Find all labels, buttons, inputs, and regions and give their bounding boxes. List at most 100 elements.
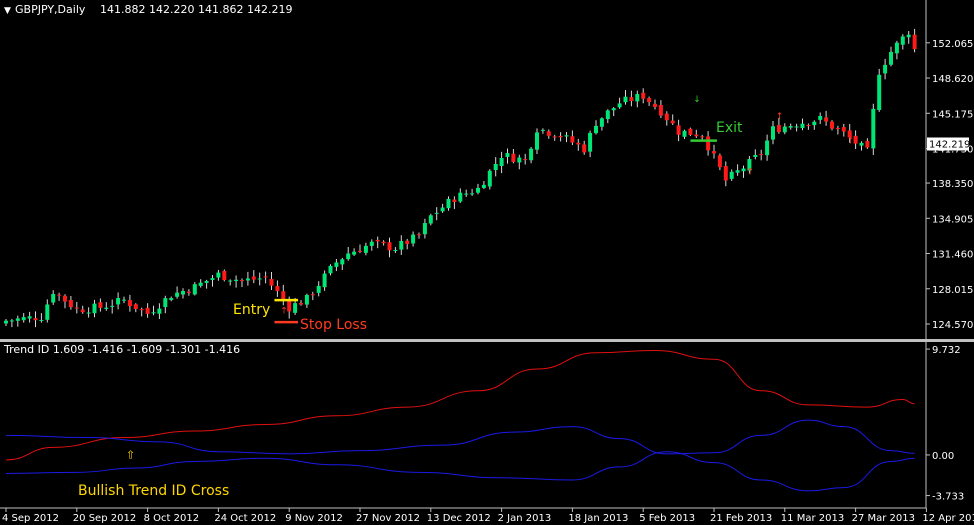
candle-body — [299, 303, 303, 305]
candle-body — [281, 291, 286, 300]
buy-arrow-icon: ↑ — [776, 112, 784, 122]
price-tick-label: 134.905 — [932, 214, 973, 225]
buy-arrow-icon: ↑ — [746, 167, 754, 177]
candle-body — [210, 278, 215, 280]
candle-body — [192, 284, 197, 295]
candle-body — [564, 135, 569, 137]
time-tick-label: 12 Apr 2013 — [922, 513, 974, 524]
time-tick-label: 24 Oct 2012 — [214, 513, 276, 524]
time-tick-label: 5 Feb 2013 — [639, 513, 695, 524]
candle-body — [293, 303, 298, 313]
candle-body — [729, 171, 734, 179]
candle-body — [771, 126, 775, 140]
buy-arrow-icon: ↑ — [280, 306, 288, 316]
candle-body — [240, 280, 244, 282]
price-tick-label: 152.065 — [932, 39, 973, 50]
candle-body — [27, 316, 32, 319]
cross-arrow-icon: ⇧ — [126, 448, 135, 461]
candle-body — [871, 108, 876, 149]
candle-body — [481, 184, 486, 188]
candle-body — [611, 108, 616, 111]
chart-dropdown-icon[interactable]: ▼ — [4, 6, 11, 16]
time-tick-label: 9 Nov 2012 — [285, 513, 343, 524]
candle-body — [664, 113, 669, 121]
candle-body — [251, 276, 256, 280]
candle-body — [641, 92, 646, 99]
candle-body — [900, 36, 905, 45]
candle-body — [883, 64, 888, 74]
indicator-separator[interactable] — [0, 339, 974, 342]
candle-body — [552, 136, 557, 138]
time-tick-label: 21 Feb 2013 — [710, 513, 772, 524]
candle-body — [257, 278, 262, 280]
candle-body — [163, 298, 168, 308]
time-tick-label: 27 Nov 2012 — [356, 513, 420, 524]
candle-body — [405, 240, 410, 244]
candle-body — [245, 278, 250, 281]
candle-body — [635, 94, 640, 102]
price-tick-label: 128.015 — [932, 285, 973, 296]
candle-body — [723, 166, 728, 181]
candle-body — [676, 125, 681, 135]
candle-body — [411, 234, 416, 244]
symbol-label: GBPJPY,Daily — [15, 3, 86, 16]
candle-body — [558, 135, 563, 138]
candle-body — [104, 307, 109, 309]
time-tick-label: 27 Mar 2013 — [852, 513, 915, 524]
candle-body — [133, 304, 138, 309]
candle-body — [157, 308, 162, 314]
indicator-tick-label: -3.733 — [932, 492, 964, 503]
candle-body — [122, 299, 126, 301]
candle-body — [505, 153, 510, 157]
candle-body — [629, 97, 634, 102]
candle-body — [222, 271, 227, 281]
candle-body — [446, 198, 451, 209]
indicator-tick-label: 9.732 — [932, 345, 961, 356]
candle-body — [540, 129, 545, 131]
candle-body — [859, 142, 864, 146]
candle-body — [92, 303, 97, 314]
candle-body — [712, 151, 716, 154]
candle-body — [63, 295, 67, 302]
candle-body — [741, 168, 746, 172]
candle-body — [570, 136, 575, 143]
time-tick-label: 11 Mar 2013 — [781, 513, 844, 524]
candle-body — [800, 123, 805, 129]
candle-body — [4, 320, 8, 324]
candle-body — [39, 320, 44, 322]
candle-body — [263, 276, 268, 278]
candle-body — [204, 280, 209, 284]
time-tick-label: 2 Jan 2013 — [498, 513, 552, 524]
candle-body — [753, 154, 758, 158]
price-tick-label: 124.570 — [932, 320, 973, 331]
candle-body — [576, 142, 581, 145]
candle-body — [186, 291, 191, 293]
candle-body — [352, 251, 357, 255]
candle-body — [912, 34, 917, 50]
candle-body — [535, 132, 539, 150]
candle-body — [706, 136, 711, 151]
candle-body — [68, 299, 73, 308]
candle-body — [86, 312, 91, 314]
buy-arrow-icon: ↑ — [847, 137, 855, 147]
cross-label: Bullish Trend ID Cross — [78, 483, 229, 499]
candle-body — [765, 140, 770, 156]
candle-body — [417, 234, 421, 236]
candle-body — [806, 125, 811, 127]
candle-body — [470, 193, 475, 195]
candle-body — [334, 262, 339, 267]
candle-body — [511, 153, 516, 162]
candle-body — [198, 282, 203, 286]
candle-body — [759, 154, 764, 156]
candle-body — [818, 116, 823, 120]
price-chart[interactable]: ↑↓↑↑↑ ⇧ 152.065148.620145.175141.730138.… — [0, 0, 974, 525]
candle-body — [653, 103, 657, 107]
candle-body — [51, 293, 56, 303]
candle-body — [889, 51, 893, 65]
time-tick-label: 20 Sep 2012 — [73, 513, 136, 524]
candle-body — [841, 127, 846, 132]
candle-body — [15, 318, 20, 321]
candle-body — [175, 292, 180, 297]
candle-body — [45, 304, 50, 320]
candle-body — [434, 212, 439, 214]
